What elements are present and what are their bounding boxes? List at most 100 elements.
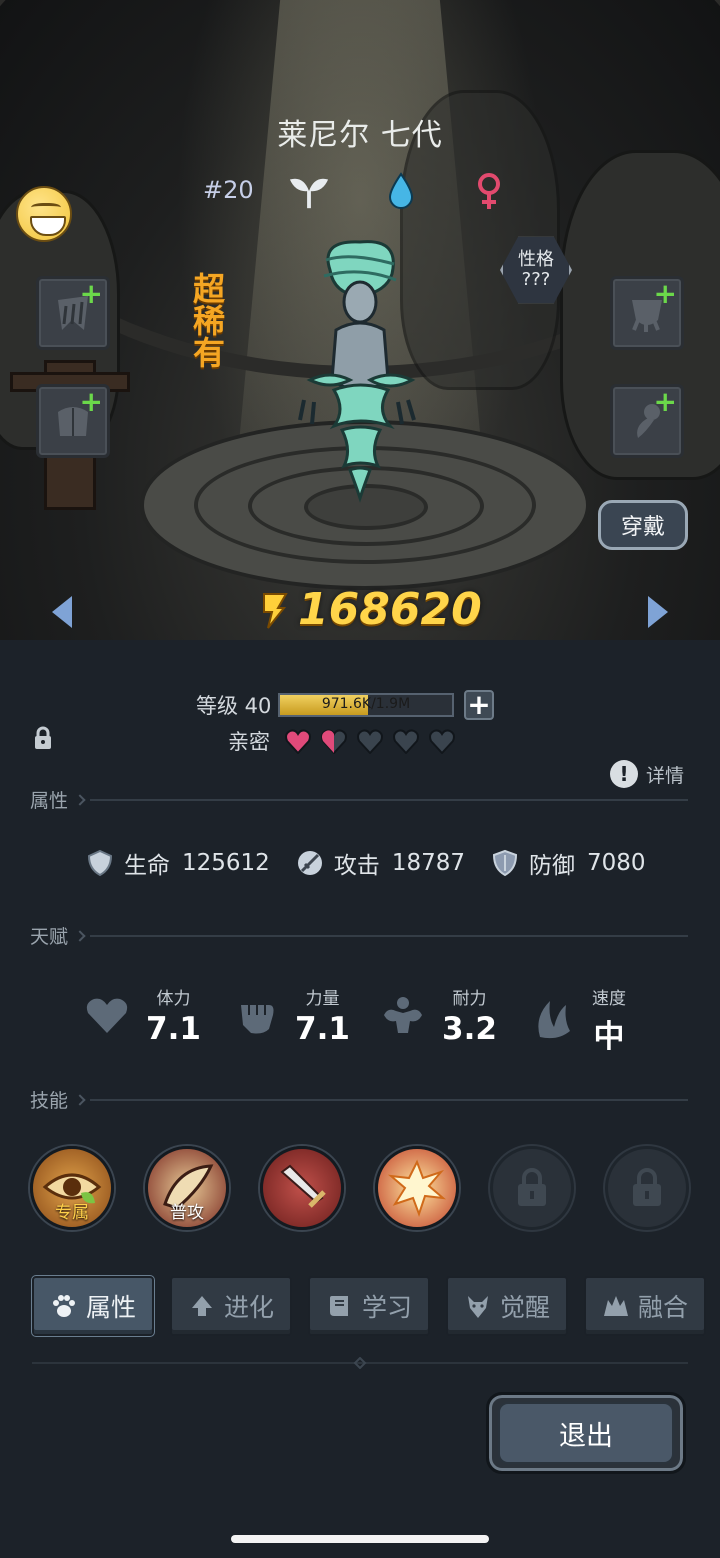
- attribute-value: 125612: [182, 850, 270, 876]
- xp-bar: 971.6K/1.9M: [278, 693, 454, 717]
- add-icon: +: [653, 385, 677, 418]
- lock-icon[interactable]: [33, 726, 53, 750]
- divider: [90, 934, 688, 937]
- tab-learn[interactable]: 学习: [308, 1276, 430, 1336]
- section-skills: 技能: [30, 1086, 688, 1113]
- rarity-label: 超稀有: [188, 272, 226, 368]
- talent-stamina: 体力 7.1: [84, 984, 201, 1047]
- attribute-hp: 生命 125612: [86, 846, 270, 880]
- home-indicator[interactable]: [231, 1535, 489, 1543]
- character-number: #20: [203, 176, 254, 204]
- tab-evolve[interactable]: 进化: [170, 1276, 292, 1336]
- skill-locked[interactable]: [490, 1146, 574, 1230]
- power-icon: [263, 592, 288, 629]
- wing-icon: [538, 1001, 570, 1039]
- book-icon: [329, 1296, 348, 1316]
- add-icon: +: [653, 277, 677, 310]
- wear-button[interactable]: 穿戴: [598, 500, 688, 550]
- section-title: 属性: [30, 790, 69, 812]
- heart-empty-icon: [357, 729, 383, 754]
- talent-value: 7.1: [295, 1011, 350, 1047]
- sprout-icon: [288, 170, 330, 212]
- tab-label: 属性: [85, 1293, 136, 1322]
- chevron-right-icon: [74, 793, 86, 806]
- talent-name: 体力: [156, 989, 191, 1009]
- paw-icon: [52, 1295, 75, 1317]
- skill-exclusive[interactable]: 专属: [30, 1146, 114, 1230]
- wolf-icon: [467, 1296, 488, 1318]
- attribute-attack: 攻击 18787: [296, 846, 465, 880]
- combat-power-value: 168620: [298, 584, 482, 635]
- section-attributes: 属性: [30, 786, 688, 813]
- fist-icon: [241, 1004, 274, 1033]
- attribute-name: 防御: [528, 853, 575, 879]
- attribute-defense: 防御 7080: [491, 846, 646, 880]
- talent-name: 速度: [592, 989, 626, 1009]
- divider-ornament: [350, 1357, 370, 1369]
- heart-empty-icon: [393, 729, 419, 754]
- sword-slash-icon: [280, 1164, 326, 1208]
- equip-slot-accessory[interactable]: +: [610, 384, 684, 458]
- personality-label: 性格: [518, 249, 554, 270]
- chevron-right-icon: [74, 929, 86, 942]
- tab-fusion[interactable]: 融合: [584, 1276, 706, 1336]
- talent-value: 3.2: [442, 1011, 497, 1047]
- add-icon: +: [79, 277, 103, 310]
- shield-heart-icon: [87, 849, 113, 877]
- sword-icon: [297, 851, 322, 875]
- add-icon: +: [79, 385, 103, 418]
- water-drop-icon: [380, 170, 422, 212]
- intimacy-row: 亲密: [228, 726, 464, 756]
- personality-value: ???: [521, 269, 551, 290]
- talent-endurance: 耐力 3.2: [380, 984, 497, 1047]
- next-character-arrow-icon[interactable]: [648, 596, 668, 628]
- talent-strength: 力量 7.1: [233, 984, 350, 1047]
- skill-label: 普攻: [170, 1203, 204, 1223]
- equip-slot-glove[interactable]: +: [610, 276, 684, 350]
- attribute-name: 生命: [124, 853, 170, 879]
- attribute-value: 18787: [391, 850, 465, 876]
- tab-awaken[interactable]: 觉醒: [446, 1276, 568, 1336]
- skill-explosion[interactable]: [375, 1146, 459, 1230]
- lock-icon: [633, 1168, 661, 1206]
- add-xp-button[interactable]: +: [464, 690, 494, 720]
- emotion-grin-icon[interactable]: [16, 186, 72, 242]
- talent-value: 中: [593, 1019, 625, 1055]
- skill-label: 专属: [55, 1203, 89, 1223]
- talent-name: 耐力: [452, 989, 487, 1009]
- bottom-tabs: 属性 进化 学习 觉醒 融合: [32, 1276, 706, 1336]
- skill-sword-slash[interactable]: [260, 1146, 344, 1230]
- tab-label: 觉醒: [499, 1293, 550, 1322]
- attribute-name: 攻击: [333, 853, 380, 879]
- exit-button-label: 退出: [498, 1402, 674, 1464]
- fusion-icon: [603, 1296, 628, 1316]
- tab-label: 学习: [361, 1293, 412, 1322]
- muscle-icon: [384, 996, 422, 1033]
- skill-normal-attack[interactable]: 普攻: [145, 1146, 229, 1230]
- section-title: 技能: [30, 1090, 69, 1112]
- talent-speed: 速度 中: [530, 984, 626, 1056]
- skill-list: 专属 普攻: [30, 1146, 689, 1230]
- prev-character-arrow-icon[interactable]: [52, 596, 72, 628]
- intimacy-hearts: [284, 728, 464, 754]
- heart-empty-icon: [429, 729, 455, 754]
- equip-slot-claw[interactable]: +: [36, 276, 110, 350]
- combat-power: 168620: [258, 584, 482, 635]
- xp-text: 971.6K/1.9M: [321, 696, 411, 712]
- tab-label: 进化: [223, 1293, 274, 1322]
- intimacy-label: 亲密: [228, 730, 270, 754]
- character-scene: 莱尼尔 七代 #20 超稀有 + + + + 性格 ??? 穿戴 168620: [0, 0, 720, 640]
- detail-button[interactable]: ! 详情: [610, 760, 684, 788]
- equip-slot-armor[interactable]: +: [36, 384, 110, 458]
- skill-locked[interactable]: [605, 1146, 689, 1230]
- tab-attributes[interactable]: 属性: [32, 1276, 154, 1336]
- attribute-row: 生命 125612 攻击 18787 防御 7080: [86, 846, 672, 880]
- detail-label: 详情: [646, 764, 685, 787]
- attribute-value: 7080: [586, 850, 646, 876]
- chevron-right-icon: [74, 1093, 86, 1106]
- shield-icon: [492, 849, 517, 877]
- character-figure[interactable]: [290, 230, 430, 510]
- tab-label: 融合: [637, 1293, 688, 1322]
- character-name: 莱尼尔 七代: [277, 118, 443, 153]
- exit-button[interactable]: 退出: [486, 1392, 686, 1474]
